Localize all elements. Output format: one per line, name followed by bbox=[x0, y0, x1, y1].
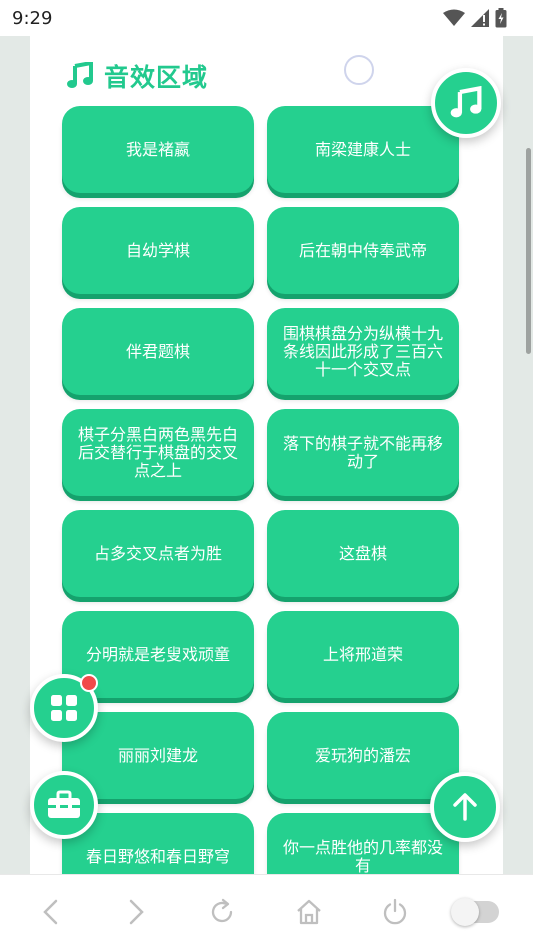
forward-button[interactable] bbox=[119, 895, 153, 929]
sound-button[interactable]: 落下的棋子就不能再移动了 bbox=[267, 409, 459, 496]
sound-button[interactable]: 伴君题棋 bbox=[62, 308, 254, 395]
sound-button-label: 南梁建康人士 bbox=[314, 139, 411, 159]
power-button[interactable] bbox=[378, 895, 412, 929]
wifi-icon bbox=[443, 9, 465, 26]
toggle-knob bbox=[451, 898, 479, 926]
refresh-icon bbox=[211, 898, 233, 923]
sound-button-label: 上将邢道荣 bbox=[322, 644, 403, 664]
status-time: 9:29 bbox=[12, 7, 53, 29]
sound-button[interactable]: 自幼学棋 bbox=[62, 207, 254, 294]
home-button[interactable] bbox=[292, 895, 326, 929]
section-title: 音效区域 bbox=[104, 63, 209, 92]
sound-button[interactable]: 我是褚嬴 bbox=[62, 106, 254, 193]
sound-button-label: 围棋棋盘分为纵横十九条线因此形成了三百六十一个交叉点 bbox=[282, 323, 443, 379]
status-icons bbox=[443, 8, 507, 28]
sound-button[interactable]: 占多交叉点者为胜 bbox=[62, 510, 254, 597]
scrollbar-thumb[interactable] bbox=[526, 148, 531, 354]
sound-button[interactable]: 爱玩狗的潘宏 bbox=[267, 712, 459, 799]
toolbox-icon bbox=[48, 790, 80, 818]
sound-button[interactable]: 这盘棋 bbox=[267, 510, 459, 597]
music-note-icon bbox=[67, 62, 93, 88]
toggle-switch[interactable] bbox=[451, 898, 499, 926]
music-fab[interactable] bbox=[431, 68, 501, 138]
loading-spinner bbox=[344, 55, 374, 85]
back-icon bbox=[43, 899, 58, 925]
bottom-navigation bbox=[0, 874, 533, 948]
status-bar: 9:29 bbox=[0, 0, 533, 36]
home-icon bbox=[297, 899, 321, 925]
sound-button[interactable]: 上将邢道荣 bbox=[267, 611, 459, 698]
scroll-top-fab[interactable] bbox=[430, 772, 500, 842]
sound-button-label: 后在朝中侍奉武帝 bbox=[298, 240, 427, 260]
sound-button[interactable]: 棋子分黑白两色黑先白后交替行于棋盘的交叉点之上 bbox=[62, 409, 254, 496]
sound-button[interactable]: 围棋棋盘分为纵横十九条线因此形成了三百六十一个交叉点 bbox=[267, 308, 459, 395]
notification-badge bbox=[80, 674, 98, 692]
power-icon bbox=[383, 898, 407, 925]
grid-icon bbox=[51, 695, 77, 721]
forward-icon bbox=[129, 899, 144, 925]
arrow-up-icon bbox=[453, 793, 477, 821]
sound-button-grid: 我是褚嬴 南梁建康人士 自幼学棋 后在朝中侍奉武帝 伴君题棋 围棋棋盘分为纵横十… bbox=[62, 106, 459, 900]
signal-icon bbox=[471, 9, 489, 27]
refresh-button[interactable] bbox=[205, 895, 239, 929]
back-button[interactable] bbox=[34, 895, 68, 929]
sound-button-label: 占多交叉点者为胜 bbox=[93, 543, 222, 563]
sound-button-label: 这盘棋 bbox=[338, 543, 387, 563]
sound-button-label: 春日野悠和春日野穹 bbox=[85, 846, 230, 866]
music-note-icon bbox=[450, 86, 482, 118]
grid-menu-fab[interactable] bbox=[30, 674, 98, 742]
sound-button-label: 棋子分黑白两色黑先白后交替行于棋盘的交叉点之上 bbox=[77, 424, 238, 480]
sound-button-label: 落下的棋子就不能再移动了 bbox=[282, 433, 443, 471]
sound-effects-panel: 音效区域 我是褚嬴 南梁建康人士 自幼学棋 后在朝中侍奉武帝 伴君题棋 围棋棋盘… bbox=[30, 36, 503, 900]
sound-button-label: 我是褚嬴 bbox=[125, 139, 190, 159]
toolbox-fab[interactable] bbox=[30, 771, 98, 839]
sound-button-label: 伴君题棋 bbox=[125, 341, 190, 361]
sound-button-label: 丽丽刘建龙 bbox=[117, 745, 198, 765]
section-header: 音效区域 bbox=[66, 58, 208, 94]
battery-icon bbox=[495, 8, 507, 28]
sound-button-label: 分明就是老叟戏顽童 bbox=[85, 644, 230, 664]
sound-button-label: 自幼学棋 bbox=[125, 240, 190, 260]
sound-button-label: 爱玩狗的潘宏 bbox=[314, 745, 411, 765]
sound-button[interactable]: 后在朝中侍奉武帝 bbox=[267, 207, 459, 294]
sound-button-label: 你一点胜他的几率都没有 bbox=[282, 837, 443, 875]
sound-button[interactable]: 南梁建康人士 bbox=[267, 106, 459, 193]
